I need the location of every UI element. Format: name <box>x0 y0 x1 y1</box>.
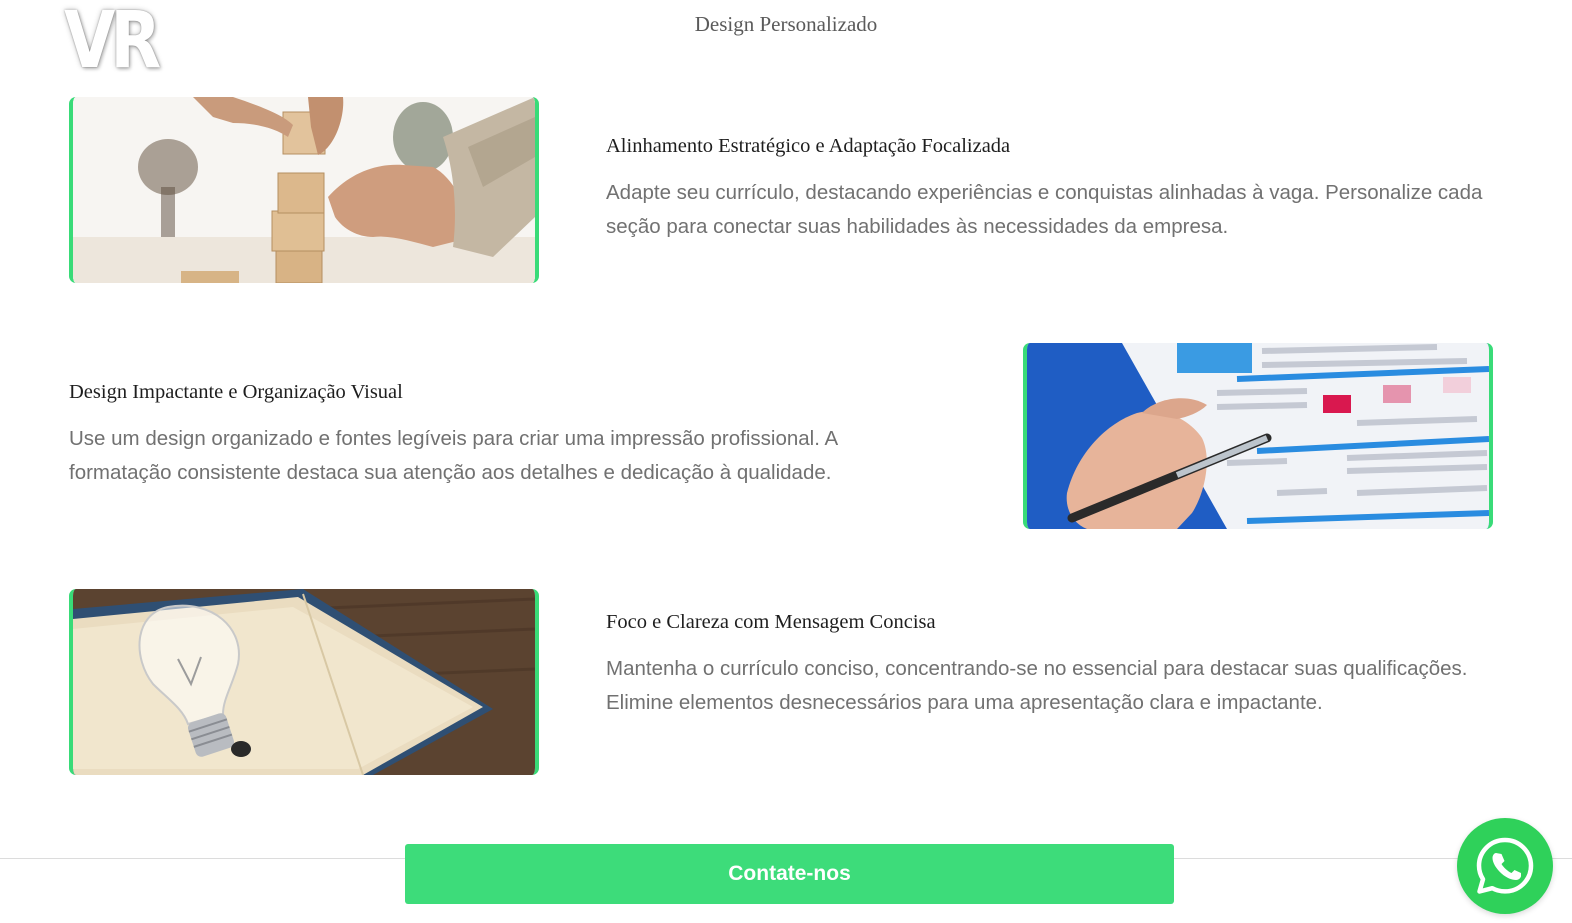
lightbulb-book-illustration <box>73 589 535 775</box>
feature-image-blocks <box>69 97 539 283</box>
section-heading: Design Personalizado <box>694 12 878 36</box>
contact-button[interactable]: Contate-nos <box>405 844 1174 904</box>
feature-description-1: Adapte seu currículo, destacando experiê… <box>606 181 1483 238</box>
whatsapp-icon <box>1476 837 1534 894</box>
feature-description-3: Mantenha o currículo conciso, concentran… <box>606 657 1468 714</box>
feature-title-1: Alinhamento Estratégico e Adaptação Foca… <box>606 135 1011 157</box>
feature-description-2: Use um design organizado e fontes legíve… <box>69 427 838 484</box>
feature-title-2: Design Impactante e Organização Visual <box>69 381 403 403</box>
feature-image-report <box>1023 343 1493 529</box>
report-pen-illustration <box>1027 343 1489 529</box>
whatsapp-button[interactable] <box>1457 818 1553 914</box>
feature-title-3: Foco e Clareza com Mensagem Concisa <box>606 611 936 633</box>
feature-image-lightbulb <box>69 589 539 775</box>
wooden-blocks-illustration <box>73 97 535 283</box>
